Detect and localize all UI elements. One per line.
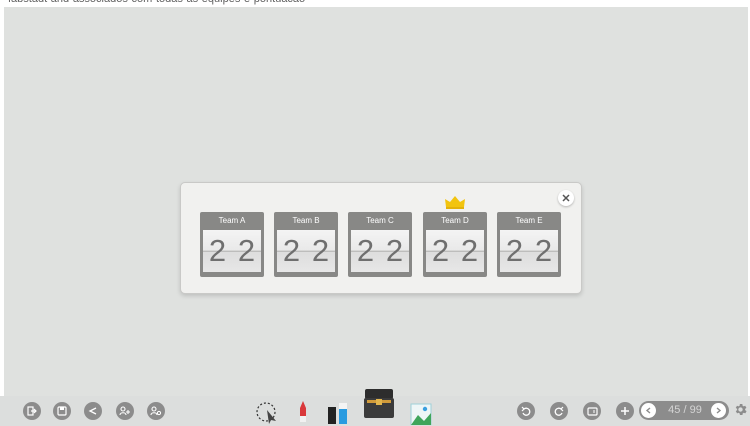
- screen-icon: [586, 406, 598, 416]
- next-page-button[interactable]: [711, 403, 726, 418]
- pen-tool-icon[interactable]: [296, 400, 310, 424]
- score-digit: 2: [277, 230, 306, 272]
- score-digit: 2: [306, 230, 335, 272]
- undo-button[interactable]: [517, 402, 535, 420]
- user-settings-button[interactable]: [147, 402, 165, 420]
- score-digit: 2: [529, 230, 558, 272]
- top-text-strip: fabstadt-and-associados-com-todas-as-equ…: [0, 0, 750, 7]
- close-button[interactable]: [558, 190, 574, 206]
- team-a-score: Team A 2 2: [200, 212, 264, 277]
- plus-icon: [621, 407, 629, 415]
- crown-icon: [445, 196, 465, 209]
- screen-button[interactable]: [583, 402, 601, 420]
- undo-icon: [521, 406, 531, 416]
- add-user-icon: [119, 406, 130, 416]
- redo-button[interactable]: [550, 402, 568, 420]
- team-d-score: Team D 2 2: [423, 212, 487, 277]
- exit-icon: [27, 406, 37, 416]
- team-name: Team C: [366, 216, 394, 225]
- team-e-score: Team E 2 2: [497, 212, 561, 277]
- eraser-tool-icon[interactable]: [326, 401, 350, 425]
- score-digit: 2: [426, 230, 455, 272]
- team-name: Team B: [292, 216, 320, 225]
- team-name: Team E: [515, 216, 543, 225]
- top-partial-text: fabstadt-and-associados-com-todas-as-equ…: [8, 0, 305, 5]
- chevron-right-icon: [716, 407, 722, 414]
- redo-icon: [554, 406, 564, 416]
- score-digit: 2: [500, 230, 529, 272]
- exit-button[interactable]: [23, 402, 41, 420]
- close-icon: [562, 194, 570, 202]
- score-digit: 2: [380, 230, 409, 272]
- previous-page-button[interactable]: [641, 403, 656, 418]
- score-digit: 2: [455, 230, 484, 272]
- team-name: Team D: [441, 216, 469, 225]
- select-tool-icon[interactable]: [255, 401, 281, 425]
- share-button[interactable]: [84, 402, 102, 420]
- team-name: Team A: [218, 216, 246, 225]
- page-navigator: 45 / 99: [639, 401, 729, 420]
- toolbox-tool-icon[interactable]: [363, 388, 395, 420]
- score-digit: 2: [203, 230, 232, 272]
- image-tool-icon[interactable]: [408, 401, 434, 425]
- share-icon: [88, 407, 97, 415]
- gear-icon[interactable]: [733, 402, 748, 417]
- team-c-score: Team C 2 2: [348, 212, 412, 277]
- score-digit: 2: [232, 230, 261, 272]
- save-icon: [57, 406, 67, 416]
- score-digit: 2: [351, 230, 380, 272]
- add-page-button[interactable]: [616, 402, 634, 420]
- page-counter: 45 / 99: [668, 404, 702, 416]
- add-user-button[interactable]: [116, 402, 134, 420]
- team-b-score: Team B 2 2: [274, 212, 338, 277]
- chevron-left-icon: [645, 407, 651, 414]
- save-button[interactable]: [53, 402, 71, 420]
- user-settings-icon: [150, 406, 162, 416]
